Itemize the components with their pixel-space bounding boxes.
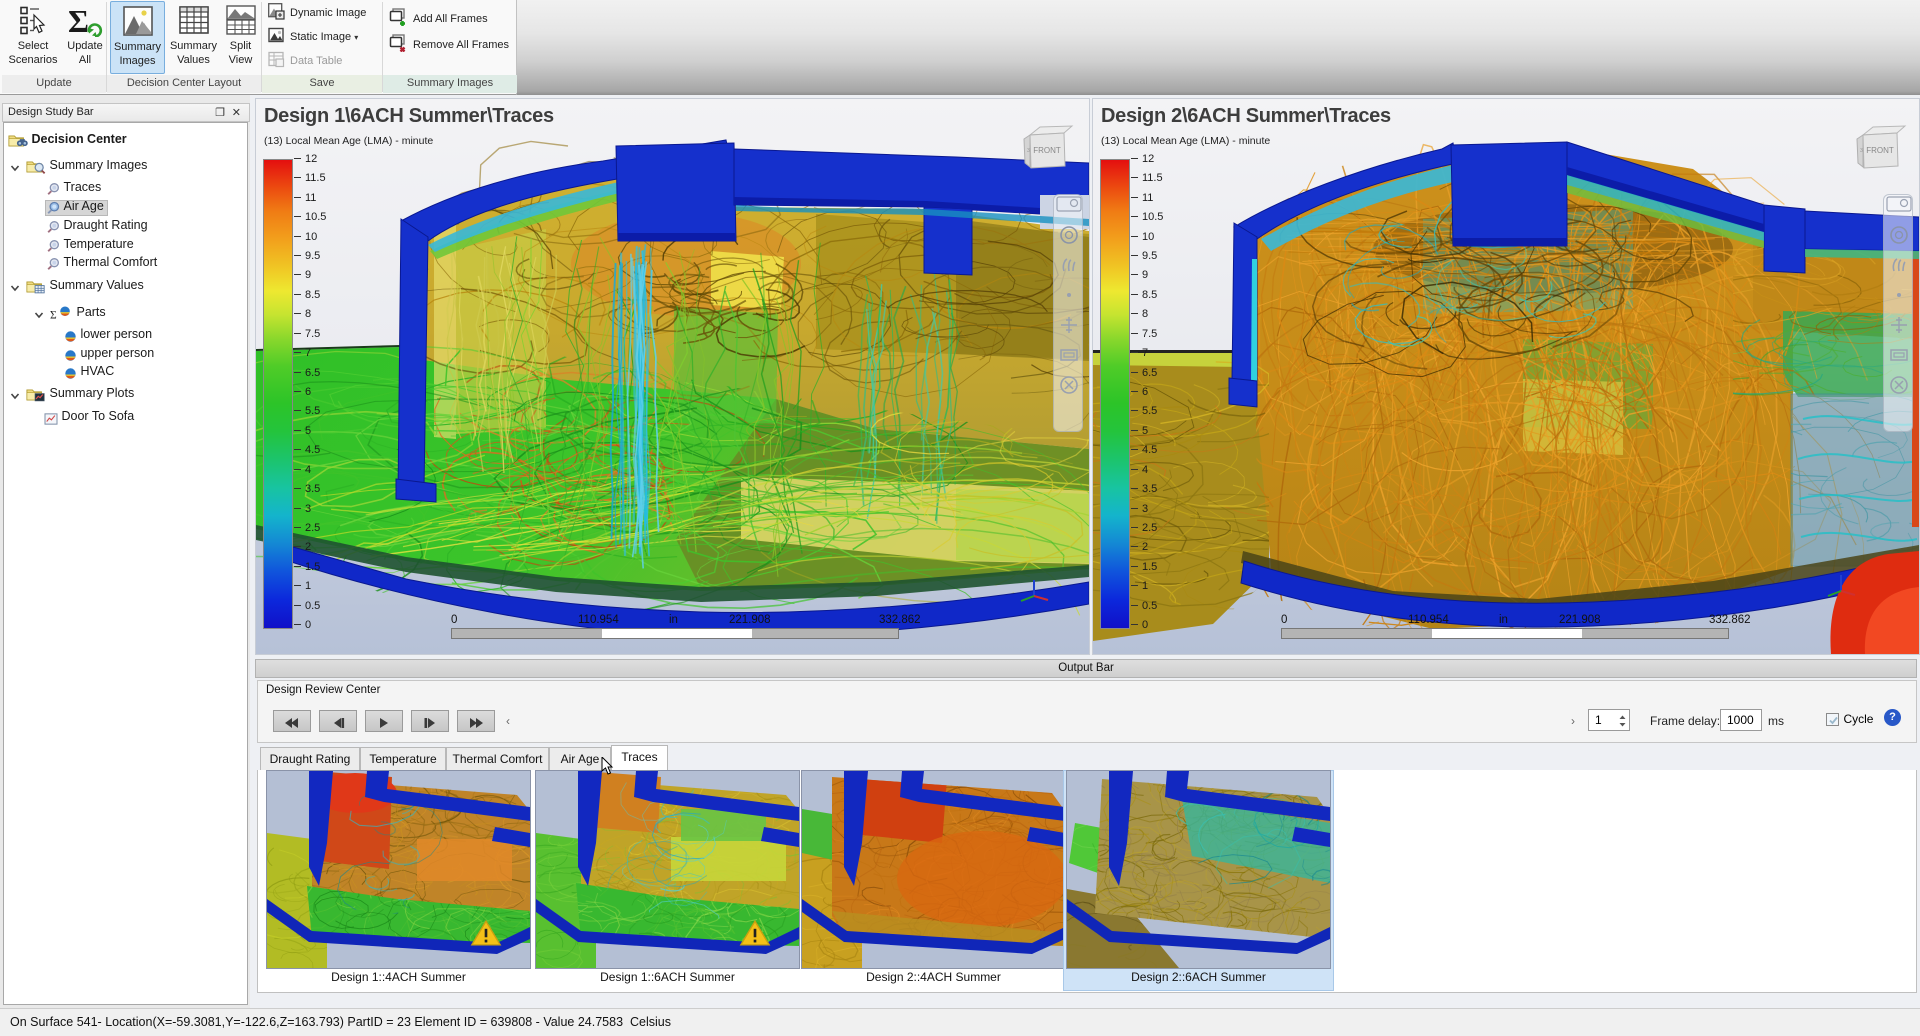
svg-text:Σ: Σ [68,5,89,37]
svg-text:3: 3 [1860,148,1863,154]
svg-text:FRONT: FRONT [1866,146,1894,155]
svg-text:FRONT: FRONT [1033,146,1061,155]
svg-text:3: 3 [1027,148,1030,154]
svg-text:Σ: Σ [50,309,57,321]
